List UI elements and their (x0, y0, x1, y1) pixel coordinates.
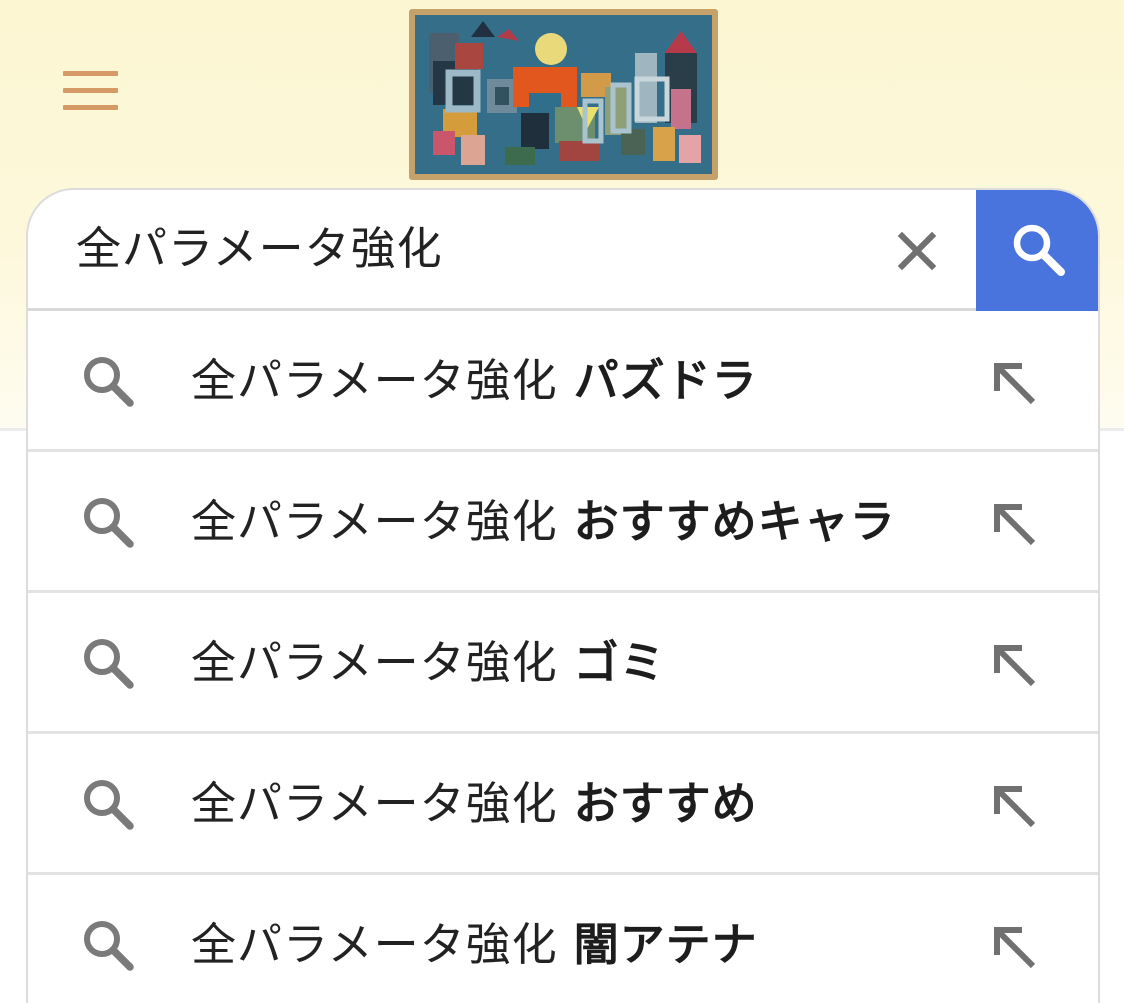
suggestion-prefix: 全パラメータ強化 (191, 918, 558, 971)
suggestion-item[interactable]: 全パラメータ強化 パズドラ (28, 311, 1098, 452)
arrow-up-left-glyph (994, 927, 1036, 969)
suggestion-text: 全パラメータ強化 パズドラ (191, 351, 758, 411)
suggestion-item[interactable]: 全パラメータ強化 闇アテナ (28, 875, 1098, 1003)
arrow-up-left-icon[interactable] (984, 496, 1044, 552)
suggestion-item[interactable]: 全パラメータ強化 おすすめキャラ (28, 452, 1098, 593)
suggestion-prefix: 全パラメータ強化 (191, 636, 558, 689)
search-icon (1013, 224, 1065, 276)
hamburger-menu-icon[interactable] (52, 58, 128, 122)
search-box-with-suggestions: 全パラメータ強化 全パラメータ強化 パズドラ 全パラメータ強化 おすすめキャラ … (26, 188, 1100, 1003)
suggestion-item[interactable]: 全パラメータ強化 おすすめ (28, 734, 1098, 875)
suggestion-completion: パズドラ (573, 354, 758, 407)
search-submit-button[interactable] (976, 190, 1098, 311)
doodle-artwork (409, 9, 718, 180)
suggestion-prefix: 全パラメータ強化 (191, 354, 558, 407)
search-input[interactable]: 全パラメータ強化 (76, 216, 876, 282)
arrow-up-left-icon[interactable] (984, 778, 1044, 834)
search-icon (84, 921, 134, 971)
search-bar: 全パラメータ強化 (28, 190, 1098, 311)
arrow-up-left-glyph (994, 786, 1036, 828)
menu-line (62, 70, 118, 76)
arrow-up-left-glyph (994, 504, 1036, 546)
suggestion-text: 全パラメータ強化 おすすめキャラ (191, 492, 896, 552)
close-icon[interactable] (883, 217, 951, 285)
suggestion-completion: ゴミ (573, 636, 666, 689)
search-icon (84, 780, 134, 830)
google-search-page: 全パラメータ強化 全パラメータ強化 パズドラ 全パラメータ強化 おすすめキャラ … (0, 0, 1124, 1003)
search-icon (84, 498, 134, 548)
search-icon (84, 357, 134, 407)
suggestion-completion: 闇アテナ (573, 918, 758, 971)
suggestion-prefix: 全パラメータ強化 (191, 777, 558, 830)
arrow-up-left-glyph (994, 363, 1036, 405)
suggestion-completion: おすすめ (573, 777, 758, 830)
suggestion-list: 全パラメータ強化 パズドラ 全パラメータ強化 おすすめキャラ 全パラメータ強化 … (28, 311, 1098, 1003)
suggestion-text: 全パラメータ強化 おすすめ (191, 774, 758, 834)
close-icon-glyph (897, 231, 937, 271)
google-doodle-logo[interactable] (409, 9, 718, 180)
arrow-up-left-glyph (994, 645, 1036, 687)
arrow-up-left-icon[interactable] (984, 355, 1044, 411)
arrow-up-left-icon[interactable] (984, 637, 1044, 693)
menu-line (62, 104, 118, 110)
suggestion-completion: おすすめキャラ (573, 495, 896, 548)
suggestion-text: 全パラメータ強化 闇アテナ (191, 915, 758, 975)
suggestion-prefix: 全パラメータ強化 (191, 495, 558, 548)
arrow-up-left-icon[interactable] (984, 919, 1044, 975)
suggestion-item[interactable]: 全パラメータ強化 ゴミ (28, 593, 1098, 734)
search-icon (84, 639, 134, 689)
suggestion-text: 全パラメータ強化 ゴミ (191, 633, 666, 693)
menu-line (62, 87, 118, 93)
background-tab-edge (1098, 340, 1124, 392)
